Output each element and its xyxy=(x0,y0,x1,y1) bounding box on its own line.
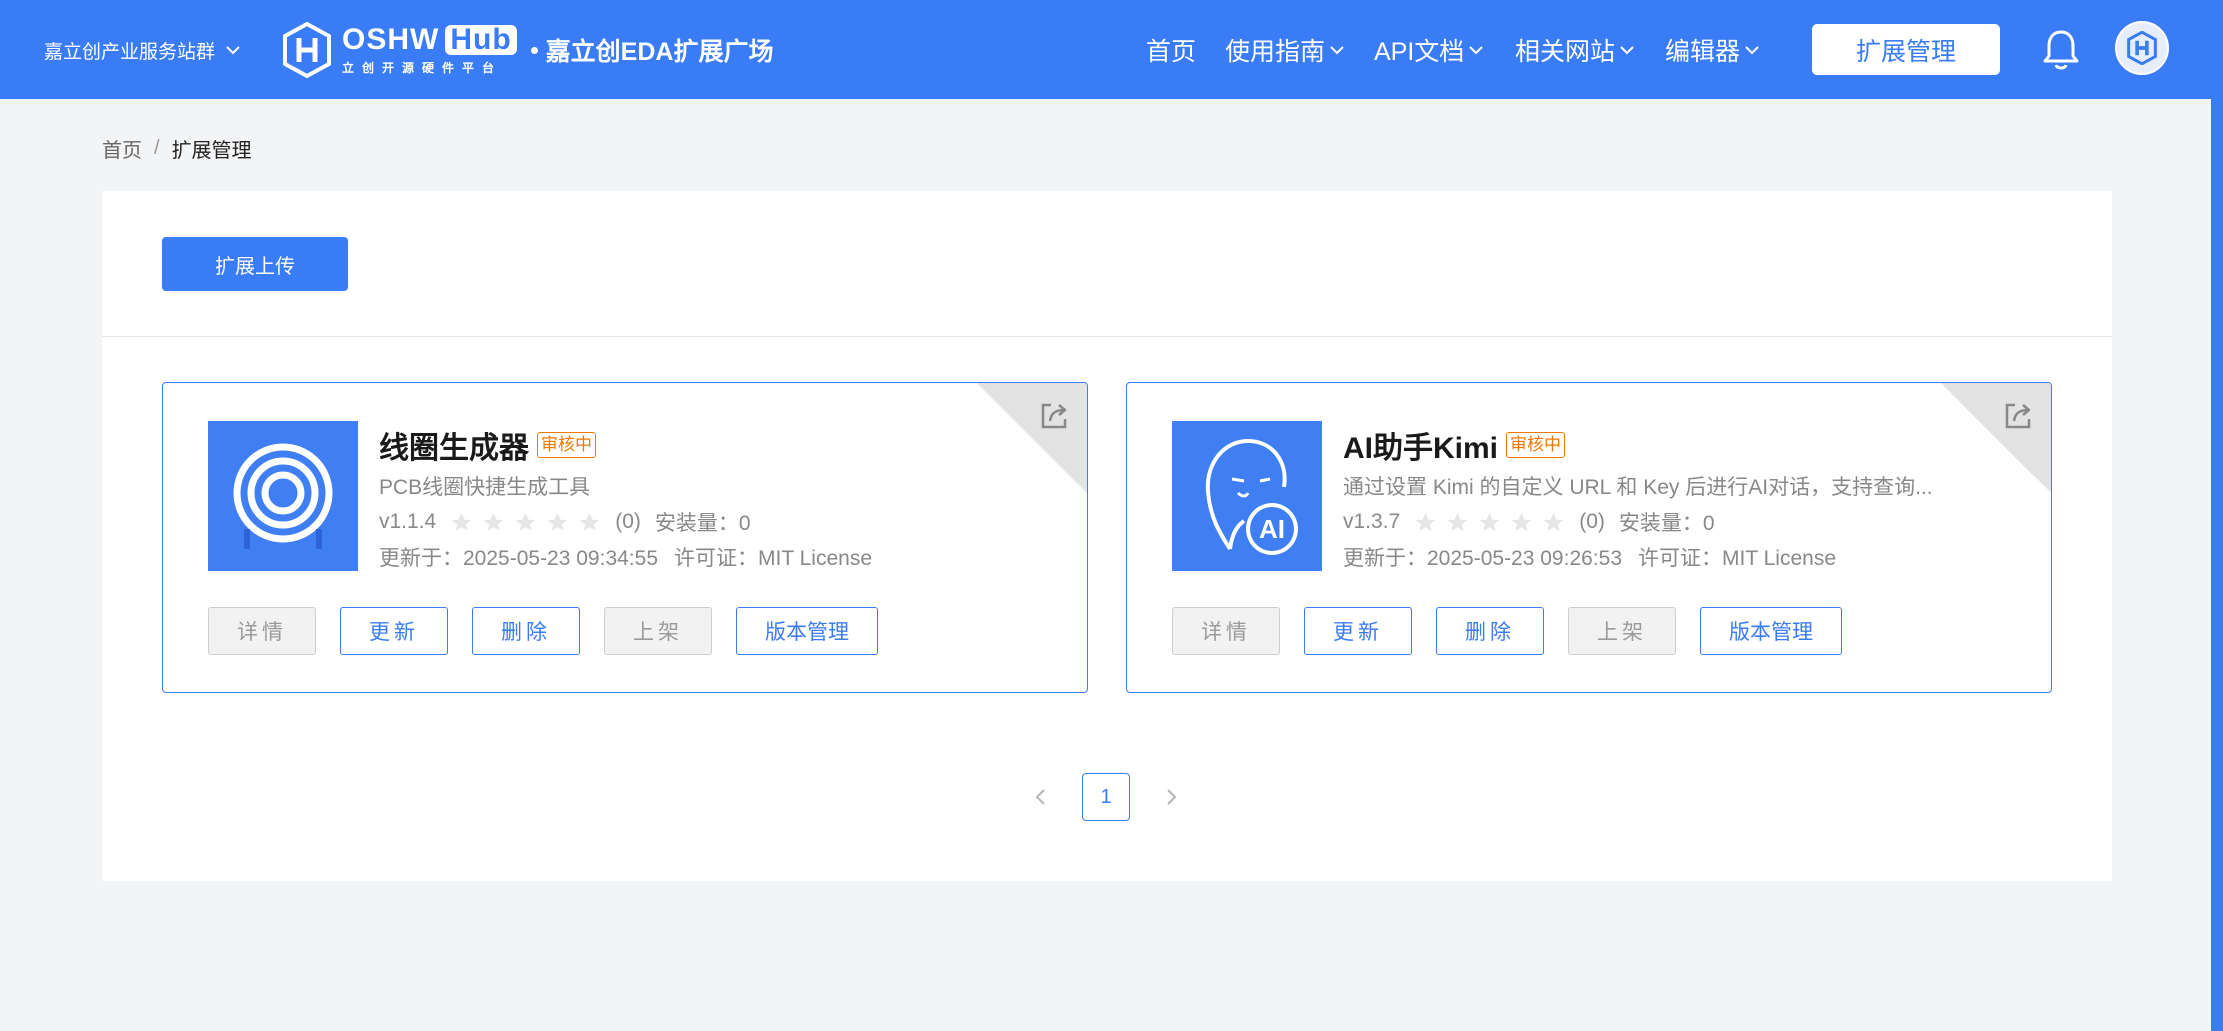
nav-editor[interactable]: 编辑器 xyxy=(1665,32,1762,68)
star-icon xyxy=(484,512,504,531)
extension-manage-button[interactable]: 扩展管理 xyxy=(1812,24,2000,75)
logo-tagline: 嘉立创EDA扩展广场 xyxy=(530,32,774,68)
star-icon xyxy=(1416,512,1436,531)
install-count: 安装量：0 xyxy=(654,512,751,535)
chevron-down-icon xyxy=(226,46,240,55)
nav-home[interactable]: 首页 xyxy=(1146,32,1196,68)
tagline-text: 嘉立创EDA扩展广场 xyxy=(545,38,774,66)
version-manage-button[interactable]: 版本管理 xyxy=(736,607,878,655)
version-manage-button[interactable]: 版本管理 xyxy=(1700,607,1842,655)
nav-guide[interactable]: 使用指南 xyxy=(1225,32,1347,68)
status-badge: 审核中 xyxy=(1506,432,1566,458)
page-number-button[interactable]: 1 xyxy=(1082,773,1130,821)
nav-home-label: 首页 xyxy=(1146,38,1197,66)
update-button[interactable]: 更新 xyxy=(1304,607,1412,655)
site-switcher[interactable]: 嘉立创产业服务站群 xyxy=(44,34,243,66)
coil-generator-icon xyxy=(208,421,358,571)
logo-subtitle: 立创开源硬件平台 xyxy=(342,61,503,75)
share-icon[interactable] xyxy=(1037,399,1071,433)
update-button[interactable]: 更新 xyxy=(340,607,448,655)
publish-button[interactable]: 上架 xyxy=(1568,607,1676,655)
site-switcher-label: 嘉立创产业服务站群 xyxy=(44,41,216,63)
detail-button[interactable]: 详情 xyxy=(208,607,316,655)
card-actions: 详情 更新 删除 上架 版本管理 xyxy=(1172,607,1842,655)
license: 许可证：MIT License xyxy=(674,547,872,570)
delete-button[interactable]: 删除 xyxy=(472,607,580,655)
chevron-left-icon[interactable] xyxy=(1030,786,1052,808)
nav-api-docs-label: API文档 xyxy=(1374,38,1465,66)
extension-description: 通过设置 Kimi 的自定义 URL 和 Key 后进行AI对话，支持查询... xyxy=(1343,476,1933,499)
avatar-logo-icon xyxy=(2127,31,2157,65)
top-navigation-bar: 嘉立创产业服务站群 OSHW Hub 立创开源硬件平台 嘉立创EDA扩展广场 首… xyxy=(0,0,2223,99)
delete-button[interactable]: 删除 xyxy=(1436,607,1544,655)
extension-meta: v1.3.7 (0) 安装量：0 xyxy=(1343,507,1715,537)
updated-time: 更新于：2025-05-23 09:26:53 xyxy=(1343,547,1622,570)
license: 许可证：MIT License xyxy=(1638,547,1836,570)
nav-related-sites-label: 相关网站 xyxy=(1515,38,1616,66)
extension-title[interactable]: 线圈生成器 xyxy=(379,423,529,467)
rating-count: (0) xyxy=(1579,510,1605,533)
publish-button[interactable]: 上架 xyxy=(604,607,712,655)
nav-related-sites[interactable]: 相关网站 xyxy=(1515,32,1637,68)
chevron-down-icon xyxy=(1745,46,1759,55)
extension-meta: v1.1.4 (0) 安装量：0 xyxy=(379,507,751,537)
upload-extension-button[interactable]: 扩展上传 xyxy=(162,237,348,291)
logo-brand: OSHW xyxy=(342,23,440,56)
chevron-down-icon xyxy=(1620,46,1634,55)
install-count: 安装量：0 xyxy=(1618,512,1715,535)
star-icon xyxy=(516,512,536,531)
extension-meta-secondary: 更新于：2025-05-23 09:34:55 许可证：MIT License xyxy=(379,542,872,572)
oshwhub-logo-icon xyxy=(283,22,331,78)
chevron-right-icon[interactable] xyxy=(1160,786,1182,808)
logo-text: OSHW Hub 立创开源硬件平台 xyxy=(342,24,517,76)
star-icon xyxy=(548,512,568,531)
extension-manage-panel: 扩展上传 线圈生成器 审核中 PCB线圈快捷生成工具 v1.1.4 (0) 安装… xyxy=(102,191,2112,881)
extension-description: PCB线圈快捷生成工具 xyxy=(379,476,591,499)
nav-api-docs[interactable]: API文档 xyxy=(1374,32,1486,68)
page-scrollbar[interactable] xyxy=(2211,0,2223,1031)
star-icon xyxy=(1512,512,1532,531)
rating-stars xyxy=(450,511,601,534)
kimi-ai-assistant-icon: AI xyxy=(1172,421,1322,571)
pagination: 1 xyxy=(1030,773,1182,821)
star-icon xyxy=(1448,512,1468,531)
extension-version: v1.3.7 xyxy=(1343,510,1401,533)
nav-editor-label: 编辑器 xyxy=(1665,38,1741,66)
extension-meta-secondary: 更新于：2025-05-23 09:26:53 许可证：MIT License xyxy=(1343,542,1836,572)
star-icon xyxy=(1544,512,1564,531)
updated-time: 更新于：2025-05-23 09:34:55 xyxy=(379,547,658,570)
rating-count: (0) xyxy=(615,510,641,533)
card-actions: 详情 更新 删除 上架 版本管理 xyxy=(208,607,878,655)
breadcrumb: 首页 / 扩展管理 xyxy=(102,134,252,163)
panel-divider xyxy=(102,336,2112,337)
star-icon xyxy=(580,512,600,531)
star-icon xyxy=(452,512,472,531)
bell-icon[interactable] xyxy=(2040,28,2082,72)
breadcrumb-current: 扩展管理 xyxy=(171,140,252,162)
extension-title[interactable]: AI助手Kimi xyxy=(1343,423,1498,467)
svg-text:AI: AI xyxy=(1259,514,1285,544)
chevron-down-icon xyxy=(1330,46,1344,55)
status-badge: 审核中 xyxy=(537,432,596,458)
oshwhub-logo[interactable]: OSHW Hub 立创开源硬件平台 嘉立创EDA扩展广场 xyxy=(282,22,773,78)
nav-guide-label: 使用指南 xyxy=(1225,38,1326,66)
star-icon xyxy=(1480,512,1500,531)
rating-stars xyxy=(1414,511,1565,534)
detail-button[interactable]: 详情 xyxy=(1172,607,1280,655)
extension-card: 线圈生成器 审核中 PCB线圈快捷生成工具 v1.1.4 (0) 安装量：0 更… xyxy=(162,382,1088,693)
extension-version: v1.1.4 xyxy=(379,510,437,533)
share-icon[interactable] xyxy=(2001,399,2035,433)
user-avatar[interactable] xyxy=(2115,21,2169,75)
extension-card: AI AI助手Kimi 审核中 通过设置 Kimi 的自定义 URL 和 Key… xyxy=(1126,382,2052,693)
breadcrumb-home[interactable]: 首页 xyxy=(102,134,142,163)
chevron-down-icon xyxy=(1469,46,1484,55)
tagline-dot xyxy=(530,46,538,54)
breadcrumb-separator: / xyxy=(154,137,160,159)
logo-hub: Hub xyxy=(445,25,517,55)
